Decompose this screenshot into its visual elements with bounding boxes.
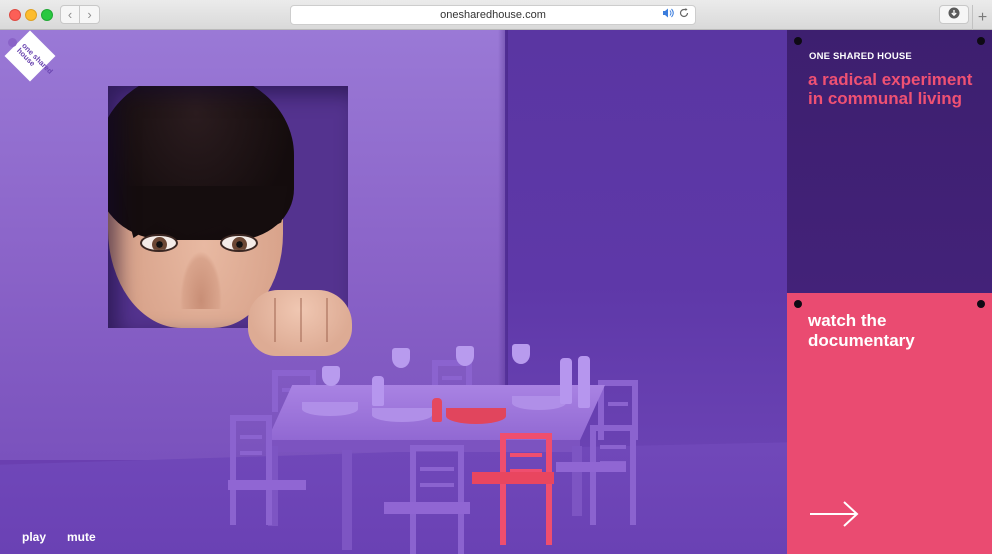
scene-bowl bbox=[512, 396, 566, 410]
pin-dot bbox=[977, 37, 985, 45]
scene-bottle bbox=[578, 356, 590, 408]
scene-goblet bbox=[512, 344, 530, 364]
browser-toolbar: ‹ › onesharedhouse.com + bbox=[0, 0, 992, 30]
scene-chair bbox=[230, 415, 272, 525]
scene-goblet bbox=[322, 366, 340, 386]
new-tab-button[interactable]: + bbox=[972, 5, 992, 30]
forward-button[interactable]: › bbox=[80, 5, 100, 24]
hero-video[interactable]: one shared house play mute bbox=[0, 30, 787, 554]
pin-dot bbox=[794, 37, 802, 45]
close-window-button[interactable] bbox=[9, 9, 21, 21]
scene-chair-pink bbox=[500, 433, 552, 545]
mute-button[interactable]: mute bbox=[67, 530, 96, 544]
intro-panel: ONE SHARED HOUSE a radical experiment in… bbox=[787, 30, 992, 293]
scene-goblet bbox=[456, 346, 474, 366]
brand-name: ONE SHARED HOUSE bbox=[809, 51, 912, 62]
scene-chair bbox=[410, 445, 464, 554]
chevron-right-icon: › bbox=[87, 7, 92, 22]
chevron-left-icon: ‹ bbox=[67, 7, 73, 22]
pin-dot bbox=[977, 300, 985, 308]
scene-bottle bbox=[372, 376, 384, 406]
watch-documentary-panel[interactable]: watch the documentary bbox=[787, 293, 992, 554]
scene-goblet bbox=[392, 348, 410, 368]
url-text: onesharedhouse.com bbox=[440, 9, 546, 21]
minimize-window-button[interactable] bbox=[25, 9, 37, 21]
scene-bottle bbox=[560, 358, 572, 404]
scene-table-leg bbox=[342, 450, 352, 550]
speaker-icon[interactable] bbox=[662, 8, 674, 18]
scene-bowl-pink bbox=[446, 408, 506, 424]
site-logo[interactable]: one shared house bbox=[2, 30, 60, 86]
reload-icon[interactable] bbox=[679, 8, 689, 18]
scene-hand bbox=[248, 290, 352, 356]
play-button[interactable]: play bbox=[22, 530, 46, 544]
scene-seat bbox=[384, 502, 470, 514]
page: one shared house play mute ONE SHARED HO… bbox=[0, 30, 992, 554]
scene-seat bbox=[556, 462, 626, 472]
download-icon bbox=[948, 6, 960, 24]
logo-dot bbox=[8, 38, 17, 47]
pin-dot bbox=[794, 300, 802, 308]
scene-chair bbox=[590, 425, 636, 525]
downloads-button[interactable] bbox=[939, 5, 969, 24]
scene-seat bbox=[228, 480, 306, 490]
arrow-right-icon[interactable] bbox=[809, 500, 859, 533]
address-bar[interactable]: onesharedhouse.com bbox=[290, 5, 696, 25]
scene-table-leg bbox=[572, 446, 582, 516]
back-button[interactable]: ‹ bbox=[60, 5, 80, 24]
scene-bowl bbox=[372, 408, 432, 422]
plus-icon: + bbox=[977, 8, 988, 26]
scene-seat-pink bbox=[472, 472, 554, 484]
scene-bottle bbox=[432, 398, 442, 422]
scene-bowl bbox=[302, 402, 358, 416]
tagline: a radical experiment in communal living bbox=[808, 70, 973, 108]
watch-documentary-link[interactable]: watch the documentary bbox=[808, 311, 988, 351]
zoom-window-button[interactable] bbox=[41, 9, 53, 21]
